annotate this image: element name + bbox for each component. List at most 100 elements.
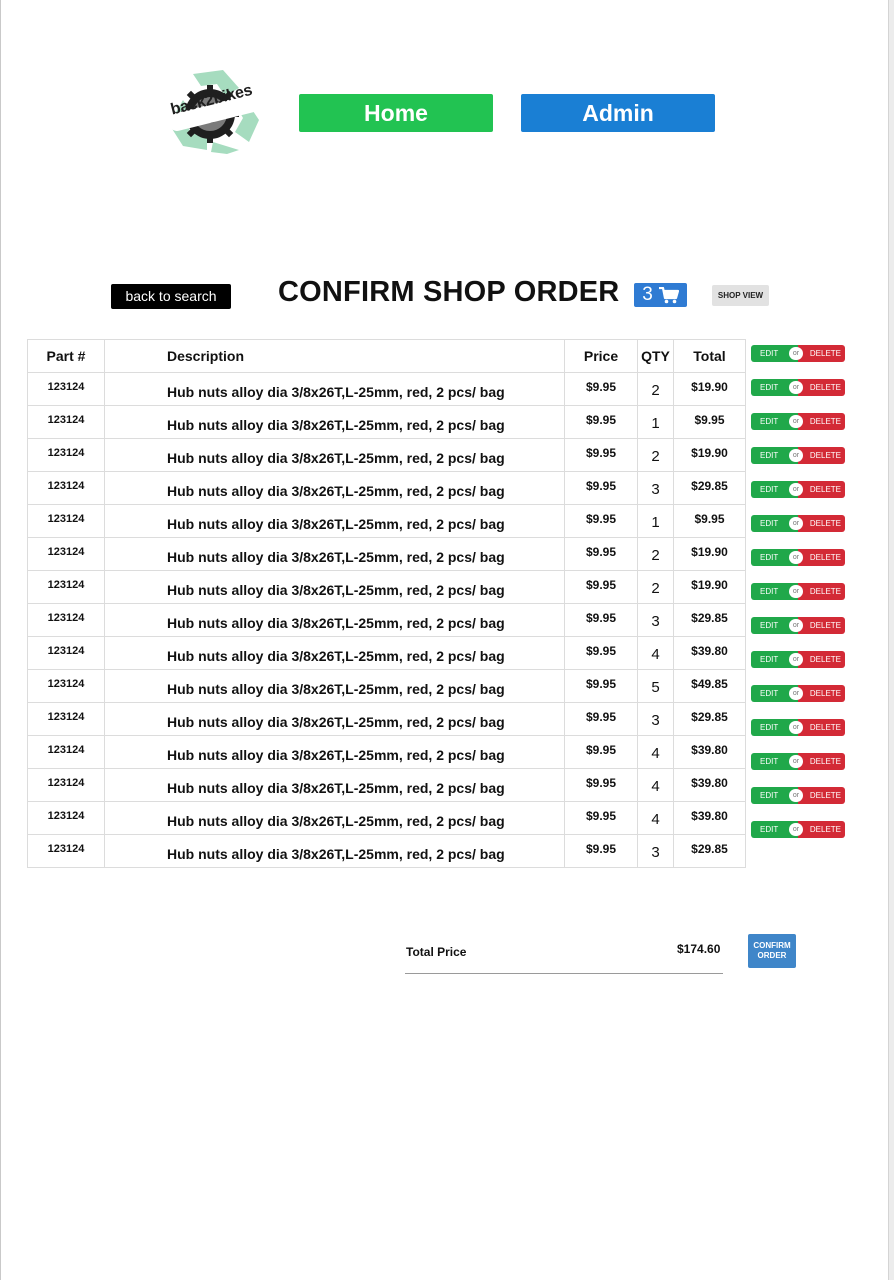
or-separator: or (789, 721, 803, 734)
delete-button[interactable]: DELETE (798, 447, 845, 464)
total-divider (405, 973, 723, 974)
cell-total: $19.90 (673, 570, 746, 604)
table-row: 123124 Hub nuts alloy dia 3/8x26T,L-25mm,… (27, 537, 746, 571)
column-header-total: Total (673, 339, 746, 373)
delete-button[interactable]: DELETE (798, 379, 845, 396)
cell-total: $29.85 (673, 702, 746, 736)
delete-button[interactable]: DELETE (798, 651, 845, 668)
row-action-toggle: EDIT DELETE or (751, 821, 845, 838)
delete-button[interactable]: DELETE (798, 685, 845, 702)
row-action-toggle: EDIT DELETE or (751, 787, 845, 804)
table-row: 123124 Hub nuts alloy dia 3/8x26T,L-25mm,… (27, 438, 746, 472)
cell-description: Hub nuts alloy dia 3/8x26T,L-25mm, red, … (104, 504, 565, 538)
table-header-row: Part # Description Price QTY Total (27, 339, 746, 373)
row-action-toggle: EDIT DELETE or (751, 413, 845, 430)
cart-button[interactable]: 3 (634, 283, 687, 307)
cell-qty: 4 (637, 735, 674, 769)
table-row: 123124 Hub nuts alloy dia 3/8x26T,L-25mm,… (27, 735, 746, 769)
cell-part: 123124 (27, 603, 105, 637)
cell-description: Hub nuts alloy dia 3/8x26T,L-25mm, red, … (104, 603, 565, 637)
cell-price: $9.95 (564, 636, 638, 670)
table-row: 123124 Hub nuts alloy dia 3/8x26T,L-25mm,… (27, 504, 746, 538)
shop-view-button[interactable]: SHOP VIEW (712, 285, 769, 306)
shopping-cart-icon (658, 286, 679, 303)
table-row: 123124 Hub nuts alloy dia 3/8x26T,L-25mm,… (27, 405, 746, 439)
cell-description: Hub nuts alloy dia 3/8x26T,L-25mm, red, … (104, 636, 565, 670)
or-separator: or (789, 585, 803, 598)
cell-price: $9.95 (564, 372, 638, 406)
delete-button[interactable]: DELETE (798, 481, 845, 498)
cell-qty: 1 (637, 504, 674, 538)
cart-count: 3 (642, 284, 653, 305)
home-button[interactable]: Home (299, 94, 493, 132)
delete-button[interactable]: DELETE (798, 753, 845, 770)
cell-total: $9.95 (673, 405, 746, 439)
table-row: 123124 Hub nuts alloy dia 3/8x26T,L-25mm,… (27, 570, 746, 604)
or-separator: or (789, 517, 803, 530)
or-separator: or (789, 449, 803, 462)
cell-part: 123124 (27, 702, 105, 736)
cell-price: $9.95 (564, 702, 638, 736)
cell-total: $39.80 (673, 735, 746, 769)
column-header-part: Part # (27, 339, 105, 373)
cell-description: Hub nuts alloy dia 3/8x26T,L-25mm, red, … (104, 669, 565, 703)
cell-part: 123124 (27, 438, 105, 472)
cell-qty: 3 (637, 603, 674, 637)
table-row: 123124 Hub nuts alloy dia 3/8x26T,L-25mm,… (27, 471, 746, 505)
cell-price: $9.95 (564, 570, 638, 604)
cell-total: $39.80 (673, 768, 746, 802)
back-to-search-button[interactable]: back to search (111, 284, 231, 309)
delete-button[interactable]: DELETE (798, 719, 845, 736)
cell-qty: 2 (637, 372, 674, 406)
cell-qty: 2 (637, 537, 674, 571)
cell-qty: 3 (637, 471, 674, 505)
cell-description: Hub nuts alloy dia 3/8x26T,L-25mm, red, … (104, 372, 565, 406)
admin-button[interactable]: Admin (521, 94, 715, 132)
row-action-toggle: EDIT DELETE or (751, 515, 845, 532)
page-title: CONFIRM SHOP ORDER (278, 276, 620, 308)
delete-button[interactable]: DELETE (798, 413, 845, 430)
cell-qty: 1 (637, 405, 674, 439)
cell-total: $29.85 (673, 603, 746, 637)
or-separator: or (789, 755, 803, 768)
back2bikes-logo[interactable]: back2bikes (163, 66, 263, 156)
cell-part: 123124 (27, 471, 105, 505)
row-action-toggle: EDIT DELETE or (751, 651, 845, 668)
row-action-toggle: EDIT DELETE or (751, 549, 845, 566)
cell-price: $9.95 (564, 537, 638, 571)
cell-qty: 2 (637, 570, 674, 604)
cell-part: 123124 (27, 537, 105, 571)
table-row: 123124 Hub nuts alloy dia 3/8x26T,L-25mm,… (27, 372, 746, 406)
cell-part: 123124 (27, 834, 105, 868)
confirm-order-button[interactable]: CONFIRM ORDER (748, 934, 796, 968)
cell-total: $29.85 (673, 471, 746, 505)
cell-qty: 4 (637, 801, 674, 835)
cell-qty: 4 (637, 636, 674, 670)
cell-price: $9.95 (564, 438, 638, 472)
cell-total: $19.90 (673, 372, 746, 406)
table-row: 123124 Hub nuts alloy dia 3/8x26T,L-25mm,… (27, 702, 746, 736)
delete-button[interactable]: DELETE (798, 787, 845, 804)
or-separator: or (789, 687, 803, 700)
or-separator: or (789, 415, 803, 428)
cell-description: Hub nuts alloy dia 3/8x26T,L-25mm, red, … (104, 768, 565, 802)
delete-button[interactable]: DELETE (798, 617, 845, 634)
row-action-toggle: EDIT DELETE or (751, 719, 845, 736)
cell-qty: 5 (637, 669, 674, 703)
page-scrollbar[interactable] (888, 0, 894, 1280)
cell-total: $49.85 (673, 669, 746, 703)
cell-price: $9.95 (564, 405, 638, 439)
delete-button[interactable]: DELETE (798, 515, 845, 532)
delete-button[interactable]: DELETE (798, 821, 845, 838)
or-separator: or (789, 381, 803, 394)
delete-button[interactable]: DELETE (798, 583, 845, 600)
row-action-toggle: EDIT DELETE or (751, 583, 845, 600)
cell-price: $9.95 (564, 669, 638, 703)
cell-total: $19.90 (673, 438, 746, 472)
delete-button[interactable]: DELETE (798, 549, 845, 566)
cell-price: $9.95 (564, 801, 638, 835)
delete-button[interactable]: DELETE (798, 345, 845, 362)
page-frame-left (0, 0, 1, 1280)
cell-description: Hub nuts alloy dia 3/8x26T,L-25mm, red, … (104, 834, 565, 868)
cell-total: $39.80 (673, 801, 746, 835)
